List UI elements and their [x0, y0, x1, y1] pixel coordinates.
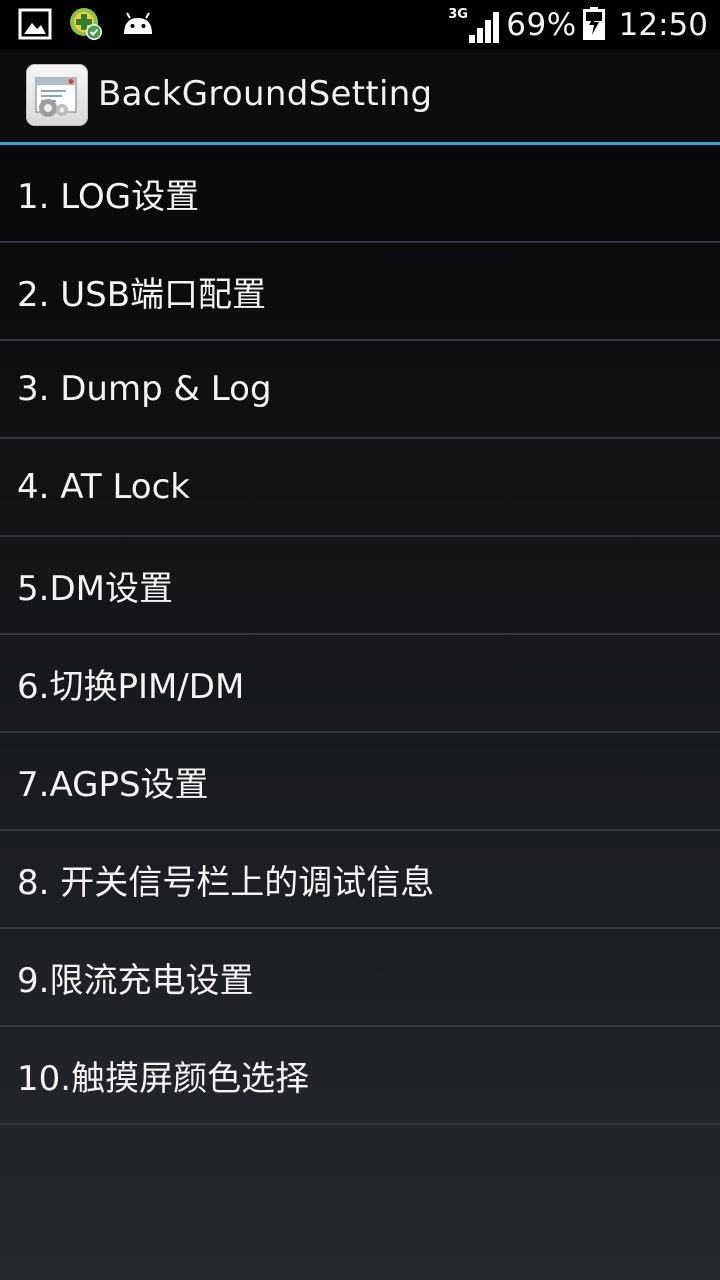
app-update-icon [68, 6, 104, 46]
menu-item-switch-pim-dm[interactable]: 6.切换PIM/DM [0, 635, 720, 733]
menu-item-label: 5.DM设置 [17, 568, 173, 609]
menu-item-label: 2. USB端口配置 [17, 274, 267, 315]
menu-item-at-lock[interactable]: 4. AT Lock [0, 439, 720, 537]
battery-percent: 69% [506, 7, 577, 43]
menu-item-label: 8. 开关信号栏上的调试信息 [17, 862, 435, 903]
menu-item-usb-port-config[interactable]: 2. USB端口配置 [0, 243, 720, 341]
menu-item-label: 6.切换PIM/DM [17, 666, 245, 707]
settings-menu-list: 1. LOG设置 2. USB端口配置 3. Dump & Log 4. AT … [0, 145, 720, 1125]
menu-item-agps-settings[interactable]: 7.AGPS设置 [0, 733, 720, 831]
menu-item-dump-and-log[interactable]: 3. Dump & Log [0, 341, 720, 439]
status-bar: 3G 69% 12:50 [0, 0, 720, 50]
menu-item-label: 9.限流充电设置 [17, 960, 254, 1001]
system-indicators: 3G 69% 12:50 [448, 4, 708, 46]
menu-item-signal-bar-debug-info[interactable]: 8. 开关信号栏上的调试信息 [0, 831, 720, 929]
notification-icons [18, 6, 156, 46]
screen: 3G 69% 12:50 BackGroundSetting 1. LOG设置 … [0, 0, 720, 1280]
battery-charging-icon [582, 6, 605, 44]
clock: 12:50 [618, 7, 708, 43]
menu-item-log-settings[interactable]: 1. LOG设置 [0, 145, 720, 243]
menu-item-dm-settings[interactable]: 5.DM设置 [0, 537, 720, 635]
signal-bars-icon [469, 12, 500, 43]
image-icon [18, 7, 52, 45]
app-title: BackGroundSetting [98, 74, 433, 114]
action-bar: BackGroundSetting [0, 50, 720, 145]
menu-item-touchscreen-color[interactable]: 10.触摸屏颜色选择 [0, 1027, 720, 1125]
menu-item-label: 7.AGPS设置 [17, 764, 209, 805]
network-type: 3G [448, 7, 468, 22]
signal-indicator: 3G [448, 5, 500, 45]
menu-item-label: 3. Dump & Log [17, 369, 272, 409]
menu-item-label: 10.触摸屏颜色选择 [17, 1058, 310, 1099]
android-icon [120, 6, 156, 46]
menu-item-label: 4. AT Lock [17, 467, 190, 507]
settings-app-icon[interactable] [26, 64, 88, 126]
menu-item-current-limit-charging[interactable]: 9.限流充电设置 [0, 929, 720, 1027]
menu-item-label: 1. LOG设置 [17, 176, 200, 217]
